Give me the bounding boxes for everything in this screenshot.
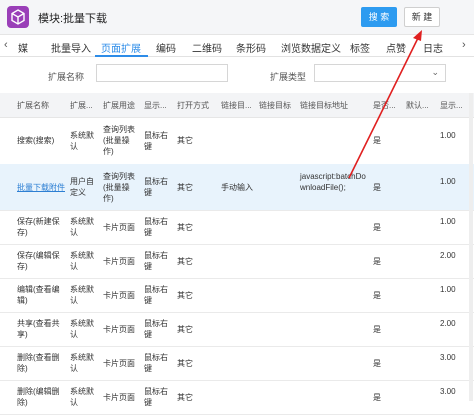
annotation-arrow xyxy=(348,30,422,179)
